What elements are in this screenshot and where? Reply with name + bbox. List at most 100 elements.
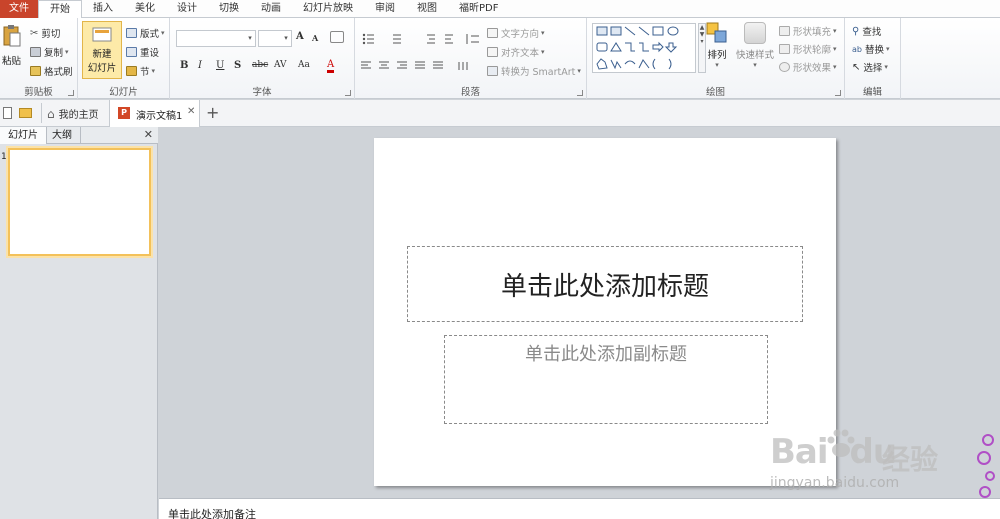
copy-label: 复制	[44, 48, 64, 59]
shrink-font-button[interactable]: A	[312, 33, 318, 43]
tab-document-1[interactable]: P 演示文稿1 ✕	[109, 100, 200, 127]
paste-button[interactable]: 粘贴	[2, 24, 26, 74]
tab-home[interactable]: 开始	[38, 0, 82, 19]
copy-icon	[30, 47, 41, 57]
format-painter-label: 格式刷	[44, 67, 73, 78]
title-placeholder[interactable]: 单击此处添加标题	[407, 246, 803, 322]
list-buttons-icon[interactable]	[361, 33, 481, 45]
align-text-label: 对齐文本	[501, 48, 540, 59]
copy-button[interactable]: 复制 ▾	[30, 45, 69, 59]
font-group: ▾ ▾ A A B I U S abc AV Aa A 字体	[170, 18, 355, 99]
font-group-label: 字体	[252, 87, 272, 98]
cut-label: 剪切	[41, 29, 61, 40]
add-tab-icon[interactable]: +	[206, 103, 219, 122]
paragraph-launcher-icon[interactable]	[577, 90, 583, 96]
smartart-button[interactable]: 转换为 SmartArt ▾	[487, 64, 581, 78]
paste-icon	[3, 25, 21, 47]
shape-outline-button[interactable]: 形状轮廓 ▾	[779, 42, 837, 56]
brush-icon	[30, 66, 41, 76]
tab-transitions[interactable]: 切换	[208, 0, 250, 18]
alignment-buttons-icon[interactable]	[361, 61, 481, 71]
tab-my-homepage[interactable]: ⌂ 我的主页	[47, 106, 99, 122]
cut-button[interactable]: ✂ 剪切	[30, 26, 61, 41]
pptx-file-icon: P	[118, 107, 130, 119]
tab-insert[interactable]: 插入	[82, 0, 124, 18]
close-panel-icon[interactable]: ✕	[144, 128, 153, 141]
notes-placeholder: 单击此处添加备注	[168, 508, 256, 519]
shape-fill-button[interactable]: 形状填充 ▾	[779, 24, 837, 38]
shadow-button[interactable]: S	[234, 60, 241, 71]
select-label: 选择	[863, 63, 883, 74]
text-direction-button[interactable]: 文字方向 ▾	[487, 26, 545, 40]
tab-foxit-pdf[interactable]: 福昕PDF	[448, 0, 509, 18]
tab-file[interactable]: 文件	[0, 0, 38, 18]
shapes-icon	[596, 26, 679, 70]
strikethrough-button[interactable]: abc	[252, 60, 268, 70]
cursor-icon: ↖	[852, 61, 861, 73]
paste-label: 粘贴	[2, 56, 22, 67]
slide-number: 1	[1, 152, 7, 162]
ribbon: 粘贴 ✂ 剪切 复制 ▾ 格式刷 剪贴板 新建 幻灯片 版式 ▾ 重设 节 ▾ …	[0, 18, 1000, 99]
folder-icon[interactable]	[19, 108, 32, 118]
font-size-combo[interactable]: ▾	[258, 30, 292, 47]
tab-slides[interactable]: 幻灯片	[0, 127, 47, 144]
italic-button[interactable]: I	[198, 60, 202, 71]
drawing-group-label: 绘图	[705, 87, 725, 98]
clipboard-group-label: 剪贴板	[24, 87, 53, 98]
select-button[interactable]: ↖ 选择 ▾	[852, 60, 888, 75]
text-direction-label: 文字方向	[501, 29, 540, 40]
format-painter-button[interactable]: 格式刷	[30, 64, 73, 78]
shapes-gallery[interactable]	[592, 23, 696, 73]
layout-button[interactable]: 版式 ▾	[126, 26, 165, 40]
change-case-button[interactable]: Aa	[298, 60, 310, 70]
font-color-button[interactable]: A	[327, 59, 335, 73]
find-button[interactable]: ⚲ 查找	[852, 24, 881, 39]
scissors-icon: ✂	[30, 27, 39, 39]
paragraph-group: 文字方向 ▾ 对齐文本 ▾ 转换为 SmartArt ▾ 段落	[355, 18, 587, 99]
replace-button[interactable]: ab 替换 ▾	[852, 42, 890, 57]
subtitle-placeholder[interactable]: 单击此处添加副标题	[444, 335, 768, 424]
section-icon	[126, 66, 137, 76]
notes-pane[interactable]: 单击此处添加备注	[159, 498, 1000, 519]
tab-review[interactable]: 审阅	[364, 0, 406, 18]
grow-font-button[interactable]: A	[296, 31, 304, 42]
reset-button[interactable]: 重设	[126, 45, 159, 59]
align-text-button[interactable]: 对齐文本 ▾	[487, 45, 545, 59]
menu-bar: 文件 开始 插入 美化 设计 切换 动画 幻灯片放映 审阅 视图 福昕PDF	[0, 0, 1000, 19]
bold-button[interactable]: B	[180, 60, 188, 71]
underline-button[interactable]: U	[216, 60, 224, 71]
clipboard-launcher-icon[interactable]	[68, 90, 74, 96]
drawing-launcher-icon[interactable]	[835, 90, 841, 96]
slide-canvas[interactable]: 单击此处添加标题 单击此处添加副标题	[374, 138, 836, 486]
clear-format-icon[interactable]	[330, 31, 344, 43]
shape-fill-label: 形状填充	[793, 27, 832, 38]
tab-design[interactable]: 设计	[166, 0, 208, 18]
editing-group: ⚲ 查找 ab 替换 ▾ ↖ 选择 ▾ 编辑	[845, 18, 901, 99]
section-label: 节	[140, 67, 150, 78]
new-slide-label-1: 新建	[92, 49, 112, 60]
section-button[interactable]: 节 ▾	[126, 64, 155, 78]
reset-icon	[126, 47, 137, 57]
shape-effects-button[interactable]: 形状效果 ▾	[779, 60, 837, 74]
tab-view[interactable]: 视图	[406, 0, 448, 18]
new-slide-button[interactable]: 新建 幻灯片	[82, 21, 122, 79]
quick-styles-button[interactable]: 快速样式 ▾	[733, 22, 777, 78]
panel-tabs: 幻灯片 大纲 ✕	[0, 127, 158, 144]
tab-my-homepage-label: 我的主页	[58, 110, 99, 121]
font-family-combo[interactable]: ▾	[176, 30, 256, 47]
slides-panel: 幻灯片 大纲 ✕ 1	[0, 127, 158, 519]
floating-decoration-icon	[977, 434, 995, 498]
arrange-icon	[706, 22, 727, 43]
tab-animations[interactable]: 动画	[250, 0, 292, 18]
tab-outline[interactable]: 大纲	[44, 127, 81, 144]
layout-label: 版式	[140, 29, 160, 40]
slide-thumbnail[interactable]	[8, 148, 151, 256]
tab-slideshow[interactable]: 幻灯片放映	[292, 0, 364, 18]
new-file-icon[interactable]	[3, 107, 12, 119]
arrange-button[interactable]: 排列 ▾	[705, 22, 729, 78]
binoculars-icon: ⚲	[852, 25, 860, 37]
char-spacing-button[interactable]: AV	[274, 60, 287, 70]
close-tab-icon[interactable]: ✕	[187, 106, 195, 117]
tab-beautify[interactable]: 美化	[124, 0, 166, 18]
font-launcher-icon[interactable]	[345, 90, 351, 96]
